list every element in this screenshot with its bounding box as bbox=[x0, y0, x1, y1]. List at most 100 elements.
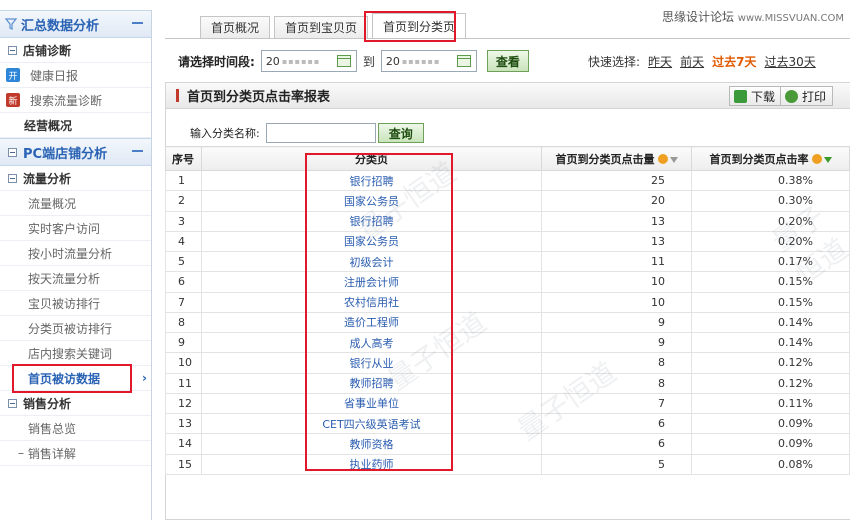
sidebar-item-category-ranking[interactable]: 分类页被访排行 bbox=[0, 316, 151, 341]
tab-divider bbox=[165, 38, 850, 39]
print-button[interactable]: 打印 bbox=[780, 86, 834, 106]
print-label: 打印 bbox=[802, 89, 827, 104]
sidebar-item-business-overview[interactable]: 经营概况 bbox=[0, 113, 151, 138]
cell-no: 11 bbox=[165, 372, 202, 394]
sort-arrow-icon[interactable] bbox=[669, 156, 678, 163]
cell-clicks: 20 bbox=[541, 190, 692, 212]
cell-rate: 0.38% bbox=[691, 169, 850, 192]
sidebar-group-label: 店铺诊断 bbox=[23, 43, 72, 58]
cell-rate: 0.14% bbox=[691, 311, 850, 334]
start-date-value: 20 bbox=[265, 54, 280, 68]
report-table: 序号 分类页 首页到分类页点击量 首页到分类页点击率 1 银行招聘 25 0.38% 2… bbox=[165, 146, 850, 475]
highlight-annotation-tab bbox=[364, 11, 456, 42]
table-row: 15 执业药师 5 0.08% bbox=[165, 453, 850, 475]
calendar-icon[interactable] bbox=[336, 55, 351, 67]
collapse-icon[interactable] bbox=[132, 22, 143, 24]
end-date-value: 20 bbox=[385, 54, 400, 68]
table-row: 13 CET四六级英语考试 6 0.09% bbox=[165, 412, 850, 435]
cell-no: 8 bbox=[165, 311, 202, 334]
cell-rate: 0.12% bbox=[691, 372, 850, 394]
cell-clicks: 8 bbox=[541, 352, 692, 374]
cell-clicks: 9 bbox=[541, 331, 692, 354]
sidebar-item-item-ranking[interactable]: 宝贝被访排行 bbox=[0, 291, 151, 316]
download-icon bbox=[734, 89, 747, 103]
cell-rate: 0.14% bbox=[691, 331, 850, 354]
sidebar-item-label: 实时客户访问 bbox=[28, 221, 101, 236]
dash-icon: – bbox=[18, 446, 28, 460]
col-header-rate[interactable]: 首页到分类页点击率 bbox=[691, 146, 850, 171]
table-row: 3 银行招聘 13 0.20% bbox=[165, 210, 850, 232]
cell-no: 4 bbox=[165, 230, 202, 253]
view-button[interactable]: 查看 bbox=[486, 50, 529, 72]
sidebar-group-sales[interactable]: 销售分析 bbox=[0, 391, 151, 416]
cell-no: 12 bbox=[165, 392, 202, 415]
quick-past-7-days-link[interactable]: 过去7天 bbox=[712, 53, 756, 70]
sidebar-group-label: 流量分析 bbox=[23, 171, 72, 186]
quick-past-30-days-link[interactable]: 过去30天 bbox=[764, 53, 815, 70]
cell-clicks: 25 bbox=[541, 169, 692, 192]
download-label: 下载 bbox=[751, 89, 776, 104]
highlight-annotation-column bbox=[305, 153, 453, 471]
cell-no: 14 bbox=[165, 433, 202, 455]
search-button[interactable]: 查询 bbox=[377, 123, 424, 143]
sidebar-item-sales-overview[interactable]: 销售总览 bbox=[0, 416, 151, 441]
sidebar-item-search-traffic[interactable]: 新 搜索流量诊断 bbox=[0, 88, 151, 113]
view-button-label: 查看 bbox=[495, 54, 520, 69]
sidebar-item-label: 流量概况 bbox=[28, 196, 77, 211]
cell-clicks: 13 bbox=[541, 210, 692, 232]
table-row: 1 银行招聘 25 0.38% bbox=[165, 169, 850, 192]
table-row: 7 农村信用社 10 0.15% bbox=[165, 291, 850, 313]
sidebar-item-label: 按天流量分析 bbox=[28, 271, 101, 286]
sidebar-section-summary[interactable]: 汇总数据分析 bbox=[0, 10, 151, 38]
quick-select-label: 快速选择: bbox=[588, 55, 641, 69]
sidebar-item-daily-traffic[interactable]: 按天流量分析 bbox=[0, 266, 151, 291]
cell-clicks: 6 bbox=[541, 412, 692, 435]
table-row: 5 初级会计 11 0.17% bbox=[165, 250, 850, 273]
sidebar-item-label: 经营概况 bbox=[24, 118, 73, 133]
cell-no: 5 bbox=[165, 250, 202, 273]
help-icon[interactable] bbox=[657, 153, 668, 164]
sidebar-section-pc-store[interactable]: PC端店铺分析 bbox=[0, 138, 151, 166]
chevron-right-icon: › bbox=[142, 371, 147, 385]
sidebar-item-label: 分类页被访排行 bbox=[28, 321, 113, 336]
sidebar-item-realtime-visits[interactable]: 实时客户访问 bbox=[0, 216, 151, 241]
cell-clicks: 7 bbox=[541, 392, 692, 415]
blurred-date-mask: ▪▪▪▪▪▪ bbox=[281, 56, 321, 66]
tab-homepage-to-item[interactable]: 首页到宝贝页 bbox=[274, 16, 369, 38]
sidebar-item-health-daily[interactable]: 开 健康日报 bbox=[0, 63, 151, 88]
cell-clicks: 9 bbox=[541, 311, 692, 334]
date-filter: 请选择时间段: 20 ▪▪▪▪▪▪ 到 20 ▪▪▪▪▪▪ 查看 bbox=[178, 49, 529, 73]
cell-clicks: 5 bbox=[541, 453, 692, 475]
sidebar-item-store-search-keywords[interactable]: 店内搜索关键词 bbox=[0, 341, 151, 366]
calendar-icon[interactable] bbox=[456, 55, 471, 67]
search-button-label: 查询 bbox=[388, 126, 413, 141]
cell-clicks: 10 bbox=[541, 291, 692, 313]
table-row: 4 国家公务员 13 0.20% bbox=[165, 230, 850, 253]
collapse-icon[interactable] bbox=[132, 150, 143, 152]
sidebar-group-traffic[interactable]: 流量分析 bbox=[0, 166, 151, 191]
end-date-input[interactable]: 20 ▪▪▪▪▪▪ bbox=[380, 50, 477, 72]
download-button[interactable]: 下载 bbox=[729, 86, 783, 106]
sidebar-group-store-diagnosis[interactable]: 店铺诊断 bbox=[0, 38, 151, 63]
cell-rate: 0.17% bbox=[691, 250, 850, 273]
sidebar-item-traffic-overview[interactable]: 流量概况 bbox=[0, 191, 151, 216]
collapse-box-icon[interactable] bbox=[8, 45, 17, 55]
col-header-clicks[interactable]: 首页到分类页点击量 bbox=[541, 146, 692, 171]
tab-homepage-overview[interactable]: 首页概况 bbox=[200, 16, 271, 38]
sort-arrow-icon[interactable] bbox=[823, 156, 832, 163]
collapse-box-icon[interactable] bbox=[8, 398, 17, 408]
quick-day-before-link[interactable]: 前天 bbox=[680, 53, 704, 70]
sidebar-item-sales-detail[interactable]: – 销售详解 bbox=[0, 441, 151, 466]
quick-yesterday-link[interactable]: 昨天 bbox=[648, 53, 672, 70]
collapse-box-icon[interactable] bbox=[8, 147, 17, 157]
quick-select: 快速选择: 昨天 前天 过去7天 过去30天 bbox=[588, 53, 816, 70]
cell-rate: 0.11% bbox=[691, 392, 850, 415]
collapse-box-icon[interactable] bbox=[8, 173, 17, 183]
start-date-input[interactable]: 20 ▪▪▪▪▪▪ bbox=[260, 50, 357, 72]
cell-no: 13 bbox=[165, 412, 202, 435]
help-icon[interactable] bbox=[811, 153, 822, 164]
sidebar-item-hourly-traffic[interactable]: 按小时流量分析 bbox=[0, 241, 151, 266]
cell-no: 7 bbox=[165, 291, 202, 313]
category-search-input[interactable] bbox=[265, 123, 376, 143]
new-badge-icon: 新 bbox=[6, 93, 20, 107]
